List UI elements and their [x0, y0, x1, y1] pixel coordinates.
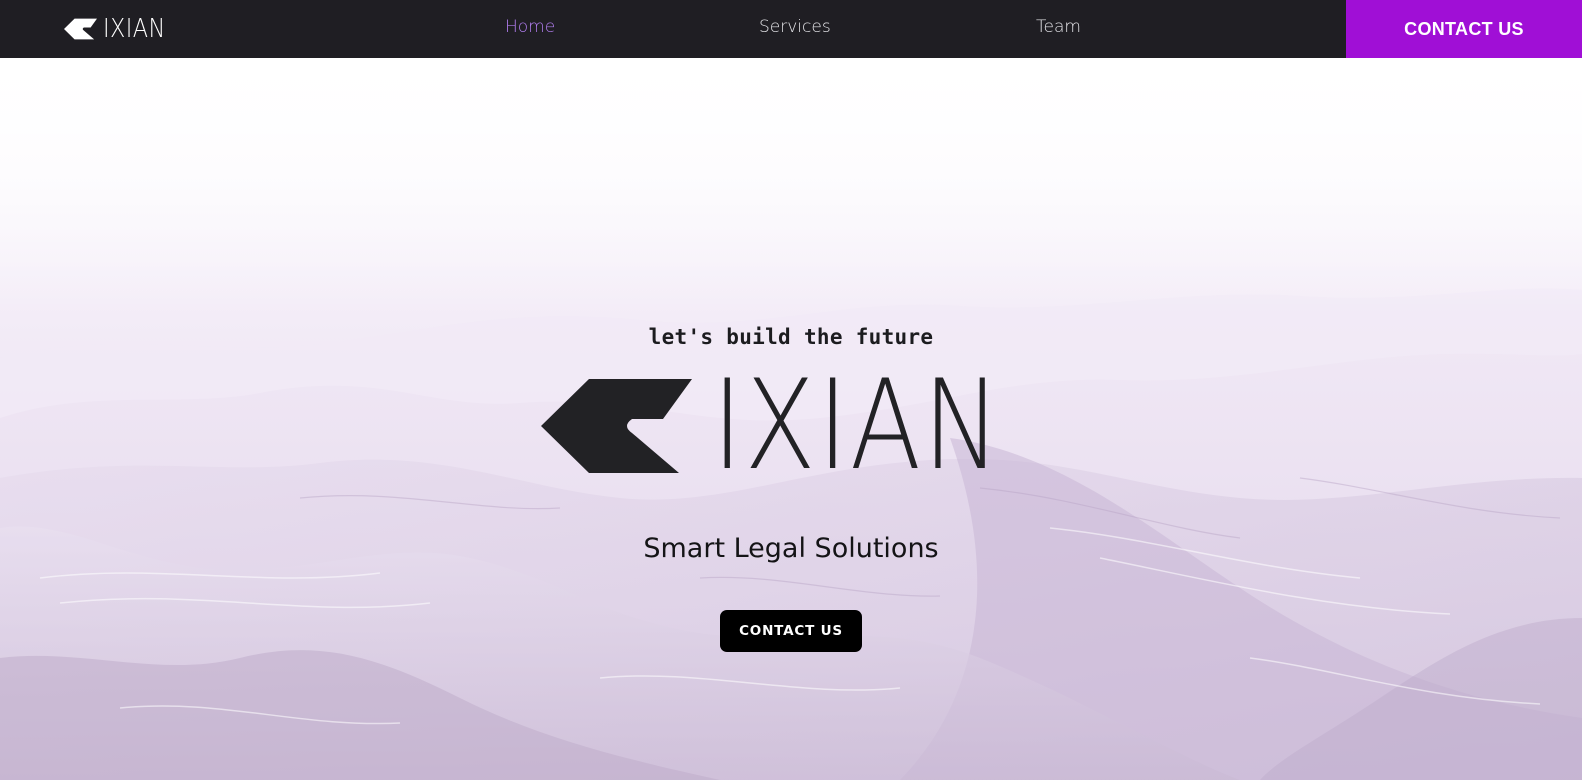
nav-contact-us-button[interactable]: CONTACT US [1346, 0, 1582, 58]
nav-link-services[interactable]: Services [759, 17, 831, 37]
ixian-arrow-mark-icon [541, 379, 692, 473]
hero-contact-us-button[interactable]: CONTACT US [720, 610, 862, 652]
ixian-arrow-mark-icon [64, 18, 97, 40]
nav-link-team[interactable]: Team [1036, 17, 1081, 37]
hero-logo: IXIAN [541, 354, 1058, 498]
hero-tagline: let's build the future [648, 325, 934, 349]
nav-link-home[interactable]: Home [505, 17, 555, 37]
hero-logo-text: IXIAN [712, 354, 1003, 498]
top-navbar: IXIAN Home Services Team CONTACT US [0, 0, 1582, 58]
brand-logo-link[interactable]: IXIAN [64, 14, 176, 44]
hero-section: let's build the future IXIAN Smart Legal… [0, 58, 1582, 780]
hero-subtitle: Smart Legal Solutions [643, 533, 939, 564]
brand-name: IXIAN [103, 14, 166, 44]
